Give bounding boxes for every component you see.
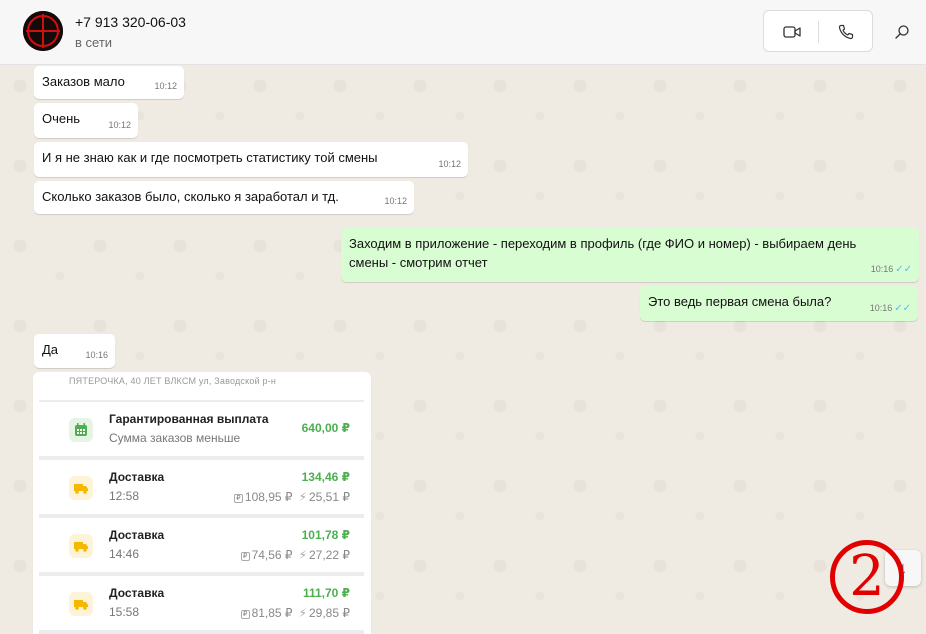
bonus-amount: 25,51 ₽ — [309, 490, 350, 504]
bolt-icon: ⚡ — [298, 548, 307, 562]
message-text: Это ведь первая смена была? — [648, 294, 832, 309]
row-subtitle: 12:58 — [109, 489, 140, 503]
message-text: Сколько заказов было, сколько я заработа… — [42, 189, 339, 204]
row-amount: 111,70 ₽ — [302, 586, 350, 600]
voice-call-button[interactable] — [832, 20, 860, 44]
message-time: 10:12 — [154, 81, 177, 91]
read-receipt-icon: ✓✓ — [895, 264, 912, 275]
message-text: Заказов мало — [42, 74, 125, 89]
avatar[interactable] — [23, 11, 63, 51]
video-call-icon — [783, 26, 801, 38]
cash-chip-icon: ₽ — [240, 610, 250, 619]
delivery-truck-icon — [69, 534, 93, 558]
call-buttons-group — [763, 10, 873, 52]
avatar-image — [23, 11, 63, 51]
earnings-row: Доставка 15:58 111,70 ₽ ₽81,85 ₽ ⚡ 29,85 ₽ — [39, 576, 364, 630]
base-amount: 108,95 ₽ — [244, 490, 293, 504]
bolt-icon: ⚡ — [298, 490, 307, 504]
chat-header: +7 913 320-06-03 в сети — [0, 0, 926, 65]
message-text: И я не знаю как и где посмотреть статист… — [42, 150, 378, 165]
base-amount: 81,85 ₽ — [251, 606, 293, 620]
contact-status: в сети — [75, 35, 113, 50]
row-detail: ₽81,85 ₽ ⚡ 29,85 ₽ — [240, 606, 350, 620]
row-title: Доставка — [109, 528, 165, 542]
image-message[interactable]: ПЯТЕРОЧКА, 40 ЛЕТ ВЛКСМ ул, Заводской р-… — [33, 372, 371, 634]
message-time: 10:16 — [870, 264, 894, 274]
bolt-icon: ⚡ — [298, 606, 307, 620]
divider — [818, 21, 819, 43]
row-detail: ₽108,95 ₽ ⚡ 25,51 ₽ — [233, 490, 350, 504]
row-amount: 101,78 ₽ — [301, 528, 350, 542]
row-subtitle: 14:46 — [109, 547, 140, 561]
cash-chip-icon: ₽ — [240, 552, 250, 561]
message-time-with-status: 10:16 ✓✓ — [870, 299, 911, 318]
delivery-truck-icon — [69, 592, 93, 616]
store-address: ПЯТЕРОЧКА, 40 ЛЕТ ВЛКСМ ул, Заводской р-… — [39, 374, 364, 400]
message-outgoing[interactable]: Заходим в приложение - переходим в профи… — [341, 228, 919, 282]
message-text: Да — [42, 342, 59, 357]
contact-name[interactable]: +7 913 320-06-03 — [75, 14, 186, 30]
chat-messages-area[interactable]: Заказов мало 10:12 Очень 10:12 И я не зн… — [0, 66, 926, 634]
bonus-amount: 29,85 ₽ — [309, 606, 350, 620]
message-incoming[interactable]: Сколько заказов было, сколько я заработа… — [34, 181, 414, 214]
row-title: Доставка — [109, 470, 165, 484]
earnings-row: Доставка 12:58 134,46 ₽ ₽108,95 ₽ ⚡ 25,51 … — [39, 460, 364, 514]
read-receipt-icon: ✓✓ — [894, 303, 911, 314]
voice-call-icon — [838, 24, 854, 40]
message-time: 10:12 — [384, 196, 407, 206]
message-time: 10:12 — [108, 120, 131, 130]
message-text: Заходим в приложение - переходим в профи… — [349, 236, 857, 270]
message-time: 10:16 — [85, 350, 108, 360]
video-call-button[interactable] — [778, 21, 806, 43]
annotation-number: 2 — [849, 544, 885, 609]
message-incoming[interactable]: Очень 10:12 — [34, 103, 138, 138]
cash-chip-icon: ₽ — [233, 494, 243, 503]
row-detail: ₽74,56 ₽ ⚡ 27,22 ₽ — [240, 548, 350, 562]
message-incoming[interactable]: Да 10:16 — [34, 334, 115, 368]
message-incoming[interactable]: Заказов мало 10:12 — [34, 66, 184, 99]
search-button[interactable] — [890, 20, 914, 44]
row-subtitle: Сумма заказов меньше — [109, 431, 241, 445]
earnings-screenshot: ПЯТЕРОЧКА, 40 ЛЕТ ВЛКСМ ул, Заводской р-… — [39, 374, 364, 634]
row-amount: 640,00 ₽ — [301, 421, 350, 435]
annotation-number-circle: 2 — [830, 540, 904, 614]
message-time-with-status: 10:16 ✓✓ — [871, 260, 912, 279]
message-time: 10:16 — [869, 303, 893, 313]
calendar-icon — [69, 418, 93, 442]
row-title: Гарантированная выплата — [109, 412, 269, 426]
base-amount: 74,56 ₽ — [251, 548, 293, 562]
earnings-row: Гарантированная выплата Сумма заказов ме… — [39, 402, 364, 456]
delivery-truck-icon — [69, 476, 93, 500]
message-time: 10:12 — [438, 159, 461, 169]
message-text: Очень — [42, 111, 81, 126]
row-amount: 134,46 ₽ — [301, 470, 350, 484]
earnings-row: Доставка 14:46 101,78 ₽ ₽74,56 ₽ ⚡ 27,22 ₽ — [39, 518, 364, 572]
search-icon — [895, 25, 909, 39]
message-outgoing[interactable]: Это ведь первая смена была? 10:16 ✓✓ — [640, 286, 918, 321]
bonus-amount: 27,22 ₽ — [309, 548, 350, 562]
row-title: Доставка — [109, 586, 165, 600]
row-subtitle: 15:58 — [109, 605, 140, 619]
message-incoming[interactable]: И я не знаю как и где посмотреть статист… — [34, 142, 468, 177]
